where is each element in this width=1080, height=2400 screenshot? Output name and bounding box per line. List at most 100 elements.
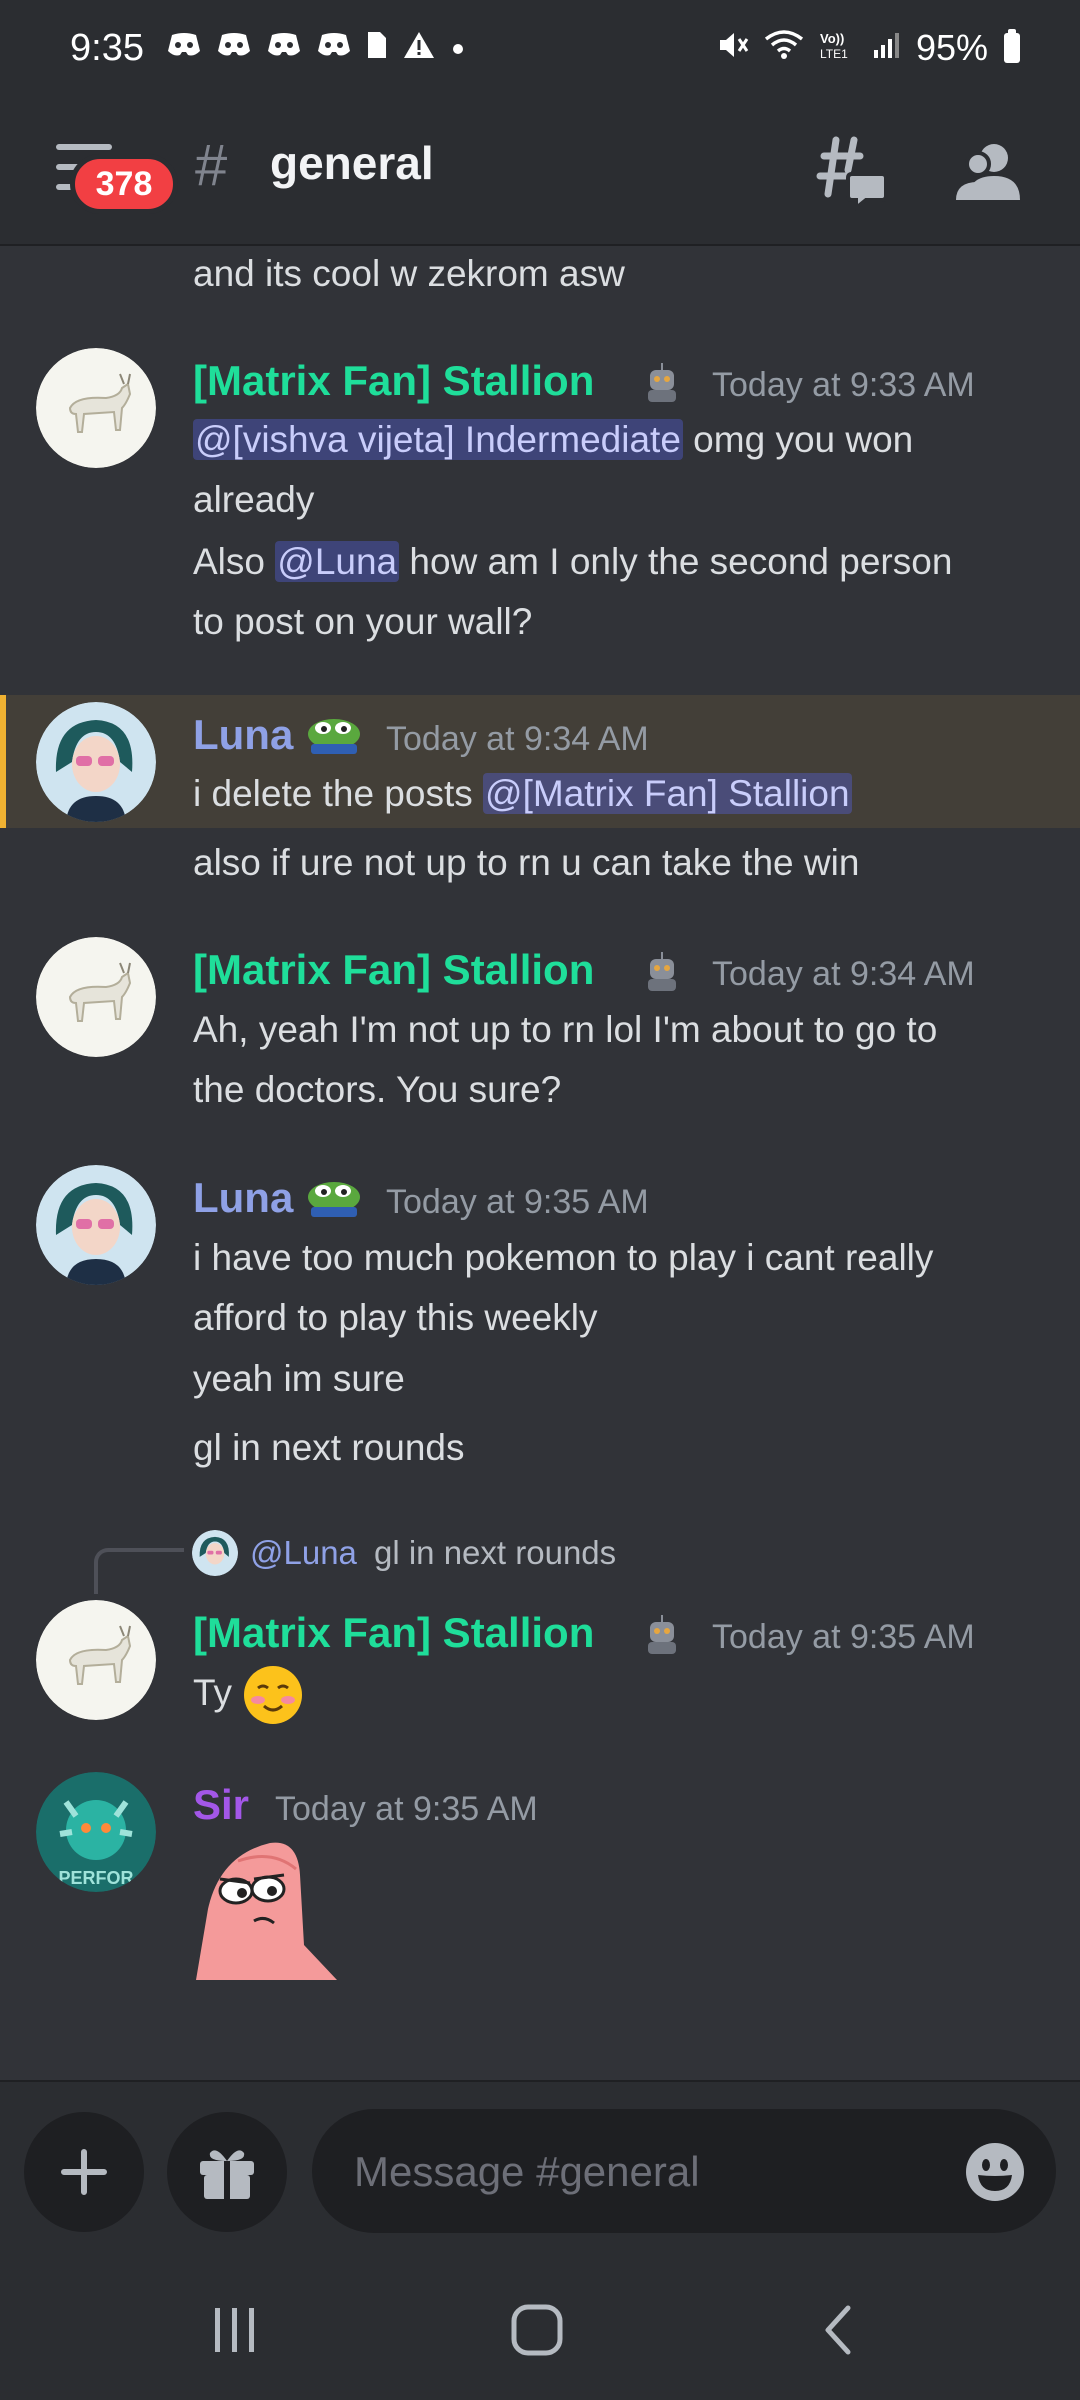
avatar-luna[interactable]	[36, 702, 156, 822]
patrick-star-sticker[interactable]	[192, 1835, 337, 1980]
discord-icon	[216, 31, 252, 65]
status-time: 9:35	[70, 26, 144, 69]
add-attachment-button[interactable]	[24, 2112, 144, 2232]
message-text: i have too much pokemon to play i cant r…	[193, 1237, 934, 1278]
emoji-button[interactable]	[964, 2141, 1026, 2203]
goat-avatar-image	[36, 937, 156, 1057]
home-button[interactable]	[492, 2290, 582, 2370]
smiley-icon	[966, 2143, 1024, 2201]
user-mention[interactable]: @[Matrix Fan] Stallion	[483, 773, 852, 814]
mention-highlight-bar	[0, 695, 6, 828]
message-input[interactable]	[352, 2109, 916, 2235]
author-name[interactable]: Sir	[193, 1775, 249, 1835]
message-timestamp: Today at 9:34 AM	[712, 955, 975, 993]
message-text: the doctors. You sure?	[193, 1069, 562, 1110]
pepe-badge-icon	[305, 712, 363, 756]
back-arrow-icon	[825, 2305, 851, 2355]
luna-avatar-image	[36, 1165, 156, 1285]
recent-apps-button[interactable]	[190, 2290, 280, 2370]
status-bar: 9:35 Vo)) LTE1 95%	[0, 0, 1080, 96]
sir-avatar-image: PERFOR	[36, 1772, 156, 1892]
discord-icon	[316, 31, 352, 65]
message-text: omg you won	[682, 419, 914, 460]
signal-icon	[872, 30, 902, 66]
smiling-face-emoji-icon	[244, 1666, 303, 1725]
luna-avatar-image	[36, 702, 156, 822]
avatar-goat[interactable]	[36, 1600, 156, 1720]
message-timestamp: Today at 9:33 AM	[712, 366, 975, 404]
reply-connector	[94, 1548, 184, 1594]
members-icon	[956, 144, 1020, 200]
home-icon	[511, 2304, 563, 2356]
avatar-luna[interactable]	[36, 1165, 156, 1285]
author-name[interactable]: [Matrix Fan] Stallion	[193, 1603, 594, 1663]
author-name[interactable]: [Matrix Fan] Stallion	[193, 940, 594, 1000]
sim-card-icon	[366, 30, 388, 66]
system-nav-bar	[0, 2260, 1080, 2400]
avatar-goat[interactable]	[36, 937, 156, 1057]
battery-icon	[1004, 29, 1020, 63]
dot-icon	[450, 33, 466, 63]
unread-badge: 378	[70, 154, 178, 214]
reply-avatar-luna	[192, 1530, 238, 1576]
message-text: Also	[193, 541, 276, 582]
threads-button[interactable]	[810, 134, 890, 214]
avatar-goat[interactable]	[36, 348, 156, 468]
threads-icon	[816, 136, 888, 213]
volte-icon: Vo)) LTE1	[818, 29, 858, 67]
message-line: @[vishva vijeta] Indermediate omg you wo…	[193, 410, 913, 470]
channel-hash-icon: #	[195, 133, 228, 198]
warning-icon	[402, 30, 436, 66]
message-text: i delete the posts	[193, 773, 484, 814]
goat-avatar-image	[36, 1600, 156, 1720]
message-input-wrapper	[312, 2109, 1056, 2235]
message-line: Also @Luna how am I only the second pers…	[193, 532, 952, 592]
svg-text:Vo)): Vo))	[820, 31, 844, 46]
message-text: Ty	[193, 1672, 233, 1713]
mute-icon	[716, 29, 750, 67]
channel-header: 378 # general	[0, 96, 1080, 246]
user-mention[interactable]: @Luna	[275, 541, 400, 582]
members-button[interactable]	[950, 134, 1030, 214]
avatar-sir[interactable]: PERFOR	[36, 1772, 156, 1892]
reply-author[interactable]: @Luna	[250, 1528, 357, 1578]
message-text: also if ure not up to rn u can take the …	[193, 842, 860, 883]
battery-percent: 95%	[915, 27, 988, 68]
pepe-badge-icon	[305, 1175, 363, 1219]
message-timestamp: Today at 9:35 AM	[386, 1183, 649, 1221]
author-name[interactable]: Luna	[193, 1168, 293, 1228]
robot-badge-icon	[642, 360, 682, 404]
message-timestamp: Today at 9:34 AM	[386, 720, 649, 758]
discord-icon	[266, 31, 302, 65]
svg-text:LTE1: LTE1	[820, 47, 848, 61]
message-timestamp: Today at 9:35 AM	[712, 1618, 975, 1656]
message-line: Ty	[193, 1663, 304, 1726]
message-text: Ah, yeah I'm not up to rn lol I'm about …	[193, 1009, 938, 1050]
recent-apps-icon	[215, 2308, 254, 2352]
message-line: i delete the posts @[Matrix Fan] Stallio…	[193, 764, 852, 824]
svg-text:PERFOR: PERFOR	[58, 1868, 133, 1888]
channel-name: general	[270, 137, 434, 189]
gift-icon	[200, 2150, 254, 2199]
reply-preview-text[interactable]: gl in next rounds	[374, 1528, 616, 1578]
robot-badge-icon	[642, 1612, 682, 1656]
back-button[interactable]	[795, 2290, 885, 2370]
message-timestamp: Today at 9:35 AM	[275, 1790, 538, 1828]
menu-button[interactable]: 378	[50, 136, 178, 216]
wifi-icon	[764, 29, 804, 67]
author-name[interactable]: [Matrix Fan] Stallion	[193, 351, 594, 411]
goat-avatar-image	[36, 348, 156, 468]
message-text: to post on your wall?	[193, 601, 533, 642]
message-text: and its cool w zekrom asw	[193, 253, 625, 294]
message-text: yeah im sure	[193, 1358, 405, 1399]
robot-badge-icon	[642, 949, 682, 993]
message-composer	[0, 2080, 1080, 2260]
message-text: already	[193, 479, 315, 520]
user-mention[interactable]: @[vishva vijeta] Indermediate	[193, 419, 683, 460]
plus-icon	[61, 2149, 107, 2195]
discord-icon	[166, 31, 202, 65]
author-name[interactable]: Luna	[193, 705, 293, 765]
gift-button[interactable]	[167, 2112, 287, 2232]
message-text: afford to play this weekly	[193, 1297, 598, 1338]
message-text: how am I only the second person	[399, 541, 953, 582]
